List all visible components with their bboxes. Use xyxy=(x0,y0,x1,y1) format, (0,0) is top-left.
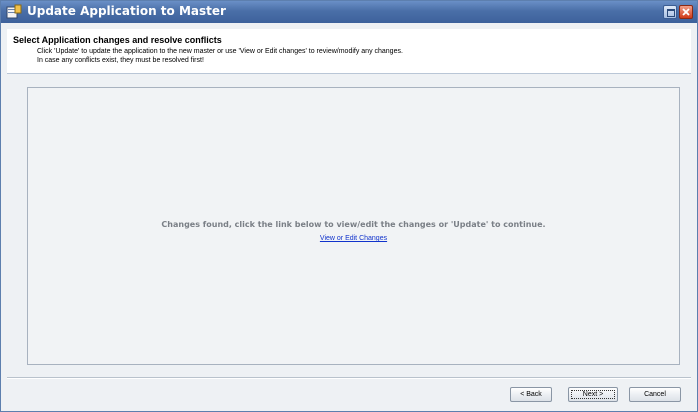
footer-separator xyxy=(7,377,691,379)
application-update-icon xyxy=(6,4,22,20)
close-button[interactable] xyxy=(679,5,693,19)
changes-panel: Changes found, click the link below to v… xyxy=(27,87,680,365)
window-title: Update Application to Master xyxy=(27,4,226,18)
close-icon xyxy=(682,8,690,16)
view-edit-changes-link[interactable]: View or Edit Changes xyxy=(28,235,679,242)
header-instruction: Click 'Update' to update the application… xyxy=(37,48,403,55)
back-button[interactable]: < Back xyxy=(510,387,552,402)
wizard-header: Select Application changes and resolve c… xyxy=(7,29,691,74)
title-bar[interactable]: Update Application to Master xyxy=(1,1,697,23)
changes-found-message: Changes found, click the link below to v… xyxy=(161,220,546,229)
maximize-icon xyxy=(667,9,675,17)
maximize-button[interactable] xyxy=(663,5,677,19)
header-title: Select Application changes and resolve c… xyxy=(13,35,222,45)
header-conflict-note: In case any conflicts exist, they must b… xyxy=(37,57,204,64)
cancel-button[interactable]: Cancel xyxy=(629,387,681,402)
focus-rectangle xyxy=(571,390,615,399)
update-application-dialog: Update Application to Master Select Appl… xyxy=(0,0,698,412)
next-button[interactable]: Next > xyxy=(568,387,618,402)
